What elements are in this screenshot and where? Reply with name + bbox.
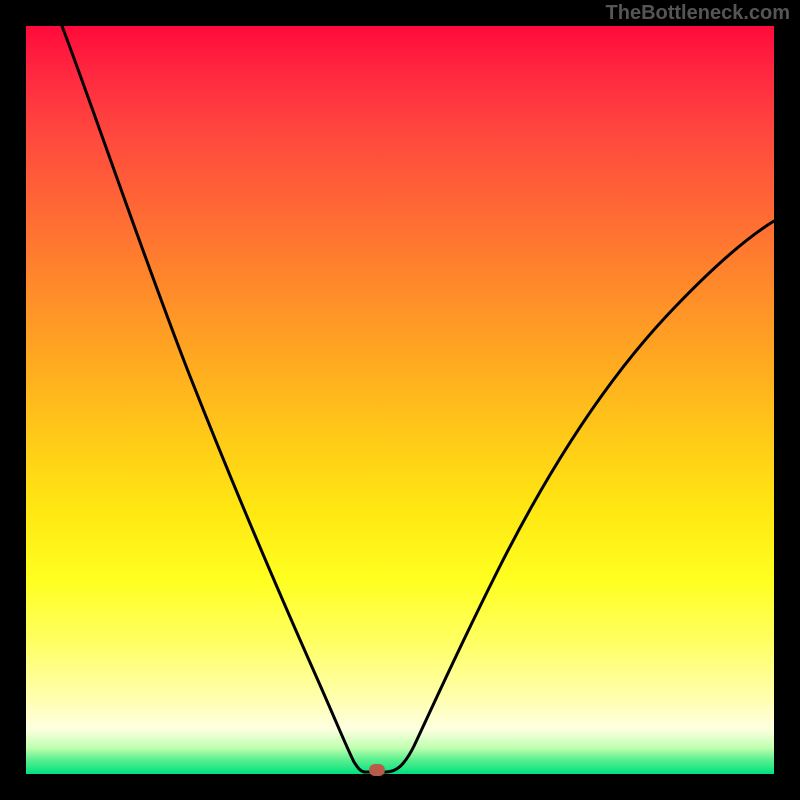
chart-container: TheBottleneck.com — [0, 0, 800, 800]
watermark-text: TheBottleneck.com — [606, 2, 790, 25]
curve-svg — [26, 26, 774, 774]
optimal-point-marker — [369, 764, 385, 776]
plot-area — [26, 26, 774, 774]
bottleneck-curve-path — [62, 26, 774, 772]
